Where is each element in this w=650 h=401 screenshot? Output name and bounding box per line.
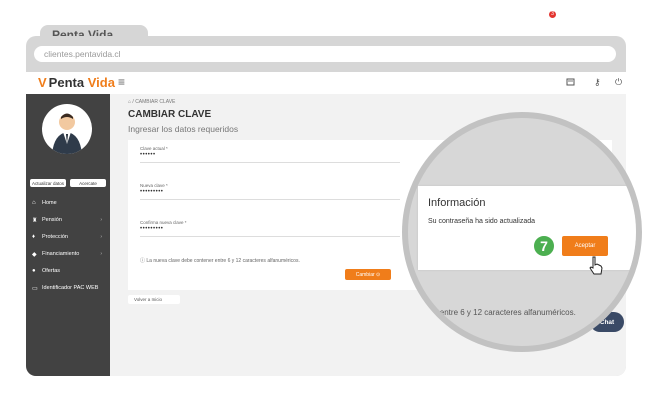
logo-penta-text: Penta (48, 75, 85, 90)
chevron-right-icon: › (100, 251, 102, 257)
volver-label: Volver a Inicio (134, 297, 163, 302)
actualizar-datos-button[interactable]: Actualizar datos (30, 179, 66, 187)
offers-icon: ● (32, 268, 36, 274)
chevron-right-icon: › (100, 234, 102, 240)
address-bar[interactable]: clientes.pentavida.cl (34, 46, 616, 62)
sidebar-item-home[interactable]: ⌂ Home (32, 198, 108, 208)
sidebar-item-ofertas[interactable]: ● Ofertas (32, 266, 108, 276)
notifications-icon[interactable] (566, 77, 576, 89)
hand-cursor-icon (588, 256, 604, 281)
field-underline (140, 162, 400, 163)
chevron-right-icon: › (100, 217, 102, 223)
id-card-icon: ▭ (32, 285, 38, 292)
user-avatar[interactable] (42, 104, 92, 154)
sidebar-item-identificador-pac-web[interactable]: ▭ Identificador PAC WEB (32, 283, 108, 293)
address-url: clientes.pentavida.cl (44, 49, 121, 59)
home-icon[interactable]: ⌂ (128, 99, 131, 105)
field-underline (140, 236, 400, 237)
volver-inicio-button[interactable]: Volver a Inicio (128, 295, 180, 304)
home-icon: ⌂ (32, 200, 36, 206)
sidebar-item-label: Financiamiento (42, 251, 80, 257)
pension-icon: ♜ (32, 217, 38, 224)
new-password-label: Nueva clave * (140, 183, 168, 188)
confirm-password-input[interactable]: ••••••••• (140, 226, 163, 232)
sidebar-item-label: Pensión (42, 217, 62, 223)
sidebar-item-proteccion[interactable]: ♦ Protección › (32, 232, 108, 242)
aceptar-button[interactable]: Aceptar (562, 236, 608, 256)
sidebar-item-label: Protección (42, 234, 68, 240)
magnifier-lens: ner entre 6 y 12 caracteres alfanumérico… (402, 112, 642, 352)
logo-mark: V (38, 75, 47, 90)
current-password-label: Clave actual * (140, 146, 168, 151)
hamburger-menu-icon[interactable]: ≡ (118, 75, 125, 89)
new-password-input[interactable]: ••••••••• (140, 189, 163, 195)
sidebar-item-pension[interactable]: ♜ Pensión › (32, 215, 108, 225)
current-password-input[interactable]: •••••• (140, 152, 156, 158)
arrow-circle-icon: ⊙ (376, 271, 381, 278)
sidebar-item-label: Ofertas (42, 268, 61, 274)
top-navbar: V Penta Vida ≡ ⚷ ⏻ (26, 72, 626, 95)
sidebar-item-label: Identificador PAC WEB (42, 285, 99, 291)
notification-badge: 3 (549, 11, 556, 18)
password-rule-text: La nueva clave debe contener entre 6 y 1… (146, 258, 300, 264)
modal-title: Información (428, 197, 486, 209)
sidebar-item-financiamiento[interactable]: ◆ Financiamiento › (32, 249, 108, 259)
step-number-badge: 7 (532, 234, 556, 258)
penta-vida-logo[interactable]: V Penta Vida (38, 75, 115, 90)
breadcrumb: ⌂ / CAMBIAR CLAVE (128, 99, 175, 105)
key-icon[interactable]: ⚷ (594, 77, 601, 88)
info-modal: Información Su contraseña ha sido actual… (418, 186, 636, 275)
page-subtitle: Ingresar los datos requeridos (128, 124, 239, 134)
acercate-button[interactable]: Acercate (70, 179, 106, 187)
protection-icon: ♦ (32, 234, 36, 240)
breadcrumb-text: / CAMBIAR CLAVE (132, 99, 176, 105)
magnified-note-text: ner entre 6 y 12 caracteres alfanumérico… (426, 308, 576, 317)
page-title: CAMBIAR CLAVE (128, 109, 212, 120)
sidebar: Actualizar datos Acercate ⌂ Home ♜ Pensión… (26, 94, 110, 376)
info-icon: ⓘ (140, 258, 146, 264)
cambiar-label: Cambiar (355, 271, 375, 278)
password-rule-note: ⓘ La nueva clave debe contener entre 6 y… (140, 257, 300, 264)
field-underline (140, 199, 400, 200)
cambiar-button[interactable]: Cambiar ⊙ (345, 269, 391, 280)
logo-vida-text: Vida (87, 75, 115, 90)
modal-message: Su contraseña ha sido actualizada (428, 218, 536, 225)
power-icon[interactable]: ⏻ (615, 77, 622, 88)
sidebar-item-label: Home (42, 200, 57, 206)
confirm-password-label: Confirma nueva clave * (140, 220, 187, 225)
finance-icon: ◆ (32, 251, 37, 258)
